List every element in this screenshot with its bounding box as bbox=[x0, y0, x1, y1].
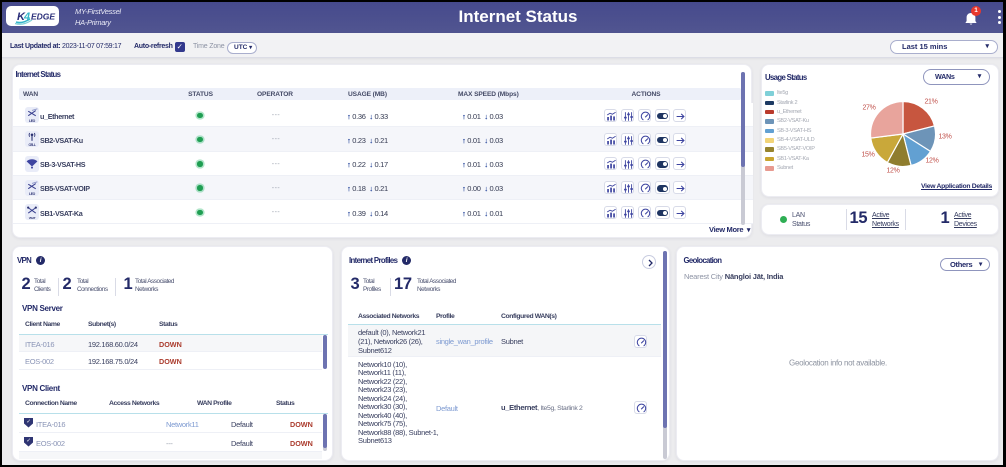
svg-text:VSAT: VSAT bbox=[28, 216, 35, 220]
svg-text:LEO: LEO bbox=[28, 119, 35, 123]
svg-text:LEO: LEO bbox=[28, 192, 35, 196]
svg-text:CELL: CELL bbox=[28, 143, 35, 147]
svg-text:4: 4 bbox=[23, 11, 30, 23]
svg-text:EDGE: EDGE bbox=[31, 12, 55, 22]
